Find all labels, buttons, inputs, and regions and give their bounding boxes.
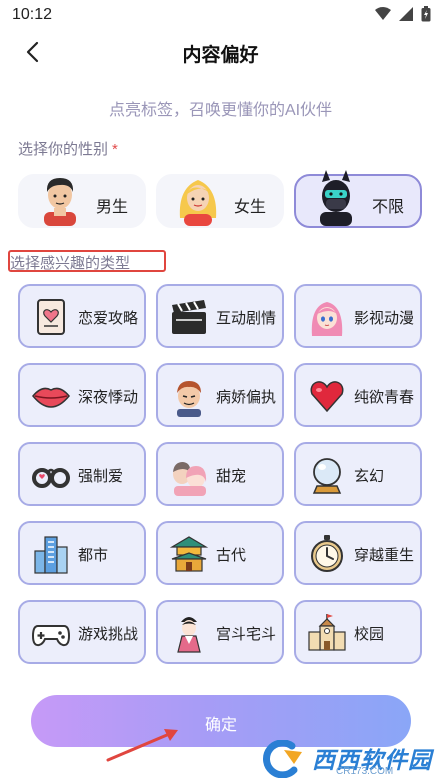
gender-option-unlimited[interactable]: 不限 xyxy=(294,170,422,228)
palace-lady-icon xyxy=(177,617,201,653)
header: 内容偏好 xyxy=(0,32,441,72)
tag-label: 深夜悸动 xyxy=(78,389,139,406)
tag-sweet-pampering[interactable]: 甜宠 xyxy=(156,442,284,506)
female-avatar-icon xyxy=(179,180,217,226)
tag-urban[interactable]: 都市 xyxy=(18,521,146,585)
gender-options: 男生 女生 不限 xyxy=(18,170,426,230)
tag-label: 纯欲青春 xyxy=(354,389,415,406)
tag-romance-strategy[interactable]: 恋爱攻略 xyxy=(18,284,146,348)
handcuffs-icon xyxy=(32,468,70,488)
gender-option-label: 男生 xyxy=(96,199,129,216)
tag-label: 宫斗宅斗 xyxy=(216,626,277,643)
tag-forced-love[interactable]: 强制爱 xyxy=(18,442,146,506)
tag-label: 古代 xyxy=(216,547,247,564)
lips-icon xyxy=(32,387,70,408)
tag-label: 穿越重生 xyxy=(354,547,415,564)
watermark: 西西软件园 CR173.COM xyxy=(244,738,438,780)
city-buildings-icon xyxy=(34,536,68,574)
gender-option-label: 女生 xyxy=(234,199,267,216)
gender-label-text: 选择你的性别 xyxy=(18,141,109,158)
page-title: 内容偏好 xyxy=(182,45,259,66)
gender-section-label: 选择你的性别 * xyxy=(18,138,118,159)
tag-campus[interactable]: 校园 xyxy=(294,600,422,664)
status-bar: 10:12 xyxy=(0,0,441,30)
pagoda-icon xyxy=(169,536,209,572)
school-building-icon xyxy=(308,614,346,651)
tag-label: 互动剧情 xyxy=(216,310,277,327)
watermark-logo-icon xyxy=(263,740,302,778)
tag-label: 强制爱 xyxy=(78,468,124,485)
clapperboard-icon xyxy=(172,300,206,334)
signal-icon xyxy=(399,7,413,21)
heart-icon xyxy=(310,381,344,413)
tag-late-night-thrill[interactable]: 深夜悸动 xyxy=(18,363,146,427)
tag-label: 影视动漫 xyxy=(354,310,415,327)
wifi-icon xyxy=(375,7,391,20)
status-icons xyxy=(375,6,431,22)
tag-label: 甜宠 xyxy=(216,468,247,485)
gender-option-male[interactable]: 男生 xyxy=(18,174,146,228)
gender-option-female[interactable]: 女生 xyxy=(156,174,284,228)
stopwatch-icon xyxy=(311,535,343,572)
tag-label: 病娇偏执 xyxy=(216,389,277,406)
watermark-url: CR173.COM xyxy=(336,766,394,777)
tag-film-anime[interactable]: 影视动漫 xyxy=(294,284,422,348)
male-avatar-icon xyxy=(44,178,76,226)
tag-label: 校园 xyxy=(354,626,385,643)
annotation-arrow-icon xyxy=(106,729,178,762)
gamepad-icon xyxy=(31,625,71,647)
tag-palace-intrigue[interactable]: 宫斗宅斗 xyxy=(156,600,284,664)
tag-label: 恋爱攻略 xyxy=(78,310,139,327)
tag-game-challenge[interactable]: 游戏挑战 xyxy=(18,600,146,664)
tag-fantasy[interactable]: 玄幻 xyxy=(294,442,422,506)
sinister-boy-icon xyxy=(177,381,201,417)
anime-girl-icon xyxy=(311,302,343,336)
love-diary-icon xyxy=(37,299,65,335)
tag-pure-youth[interactable]: 纯欲青春 xyxy=(294,363,422,427)
interest-section-label: 选择感兴趣的类型 xyxy=(10,255,131,272)
confirm-label: 确定 xyxy=(204,717,237,734)
masked-ninja-avatar-icon xyxy=(320,170,352,226)
subtitle: 点亮标签，召唤更懂你的AI伙伴 xyxy=(108,102,333,119)
tag-ancient[interactable]: 古代 xyxy=(156,521,284,585)
tag-label: 都市 xyxy=(78,547,109,564)
tag-interactive-story[interactable]: 互动剧情 xyxy=(156,284,284,348)
tag-label: 玄幻 xyxy=(354,468,385,485)
gender-option-label: 不限 xyxy=(372,199,405,216)
tag-yandere[interactable]: 病娇偏执 xyxy=(156,363,284,427)
status-time: 10:12 xyxy=(12,6,53,23)
crystal-ball-icon xyxy=(312,458,342,494)
required-mark: * xyxy=(112,141,118,158)
tag-label: 游戏挑战 xyxy=(78,626,139,643)
tag-time-travel[interactable]: 穿越重生 xyxy=(294,521,422,585)
battery-icon xyxy=(421,6,431,22)
couple-icon xyxy=(173,462,207,496)
